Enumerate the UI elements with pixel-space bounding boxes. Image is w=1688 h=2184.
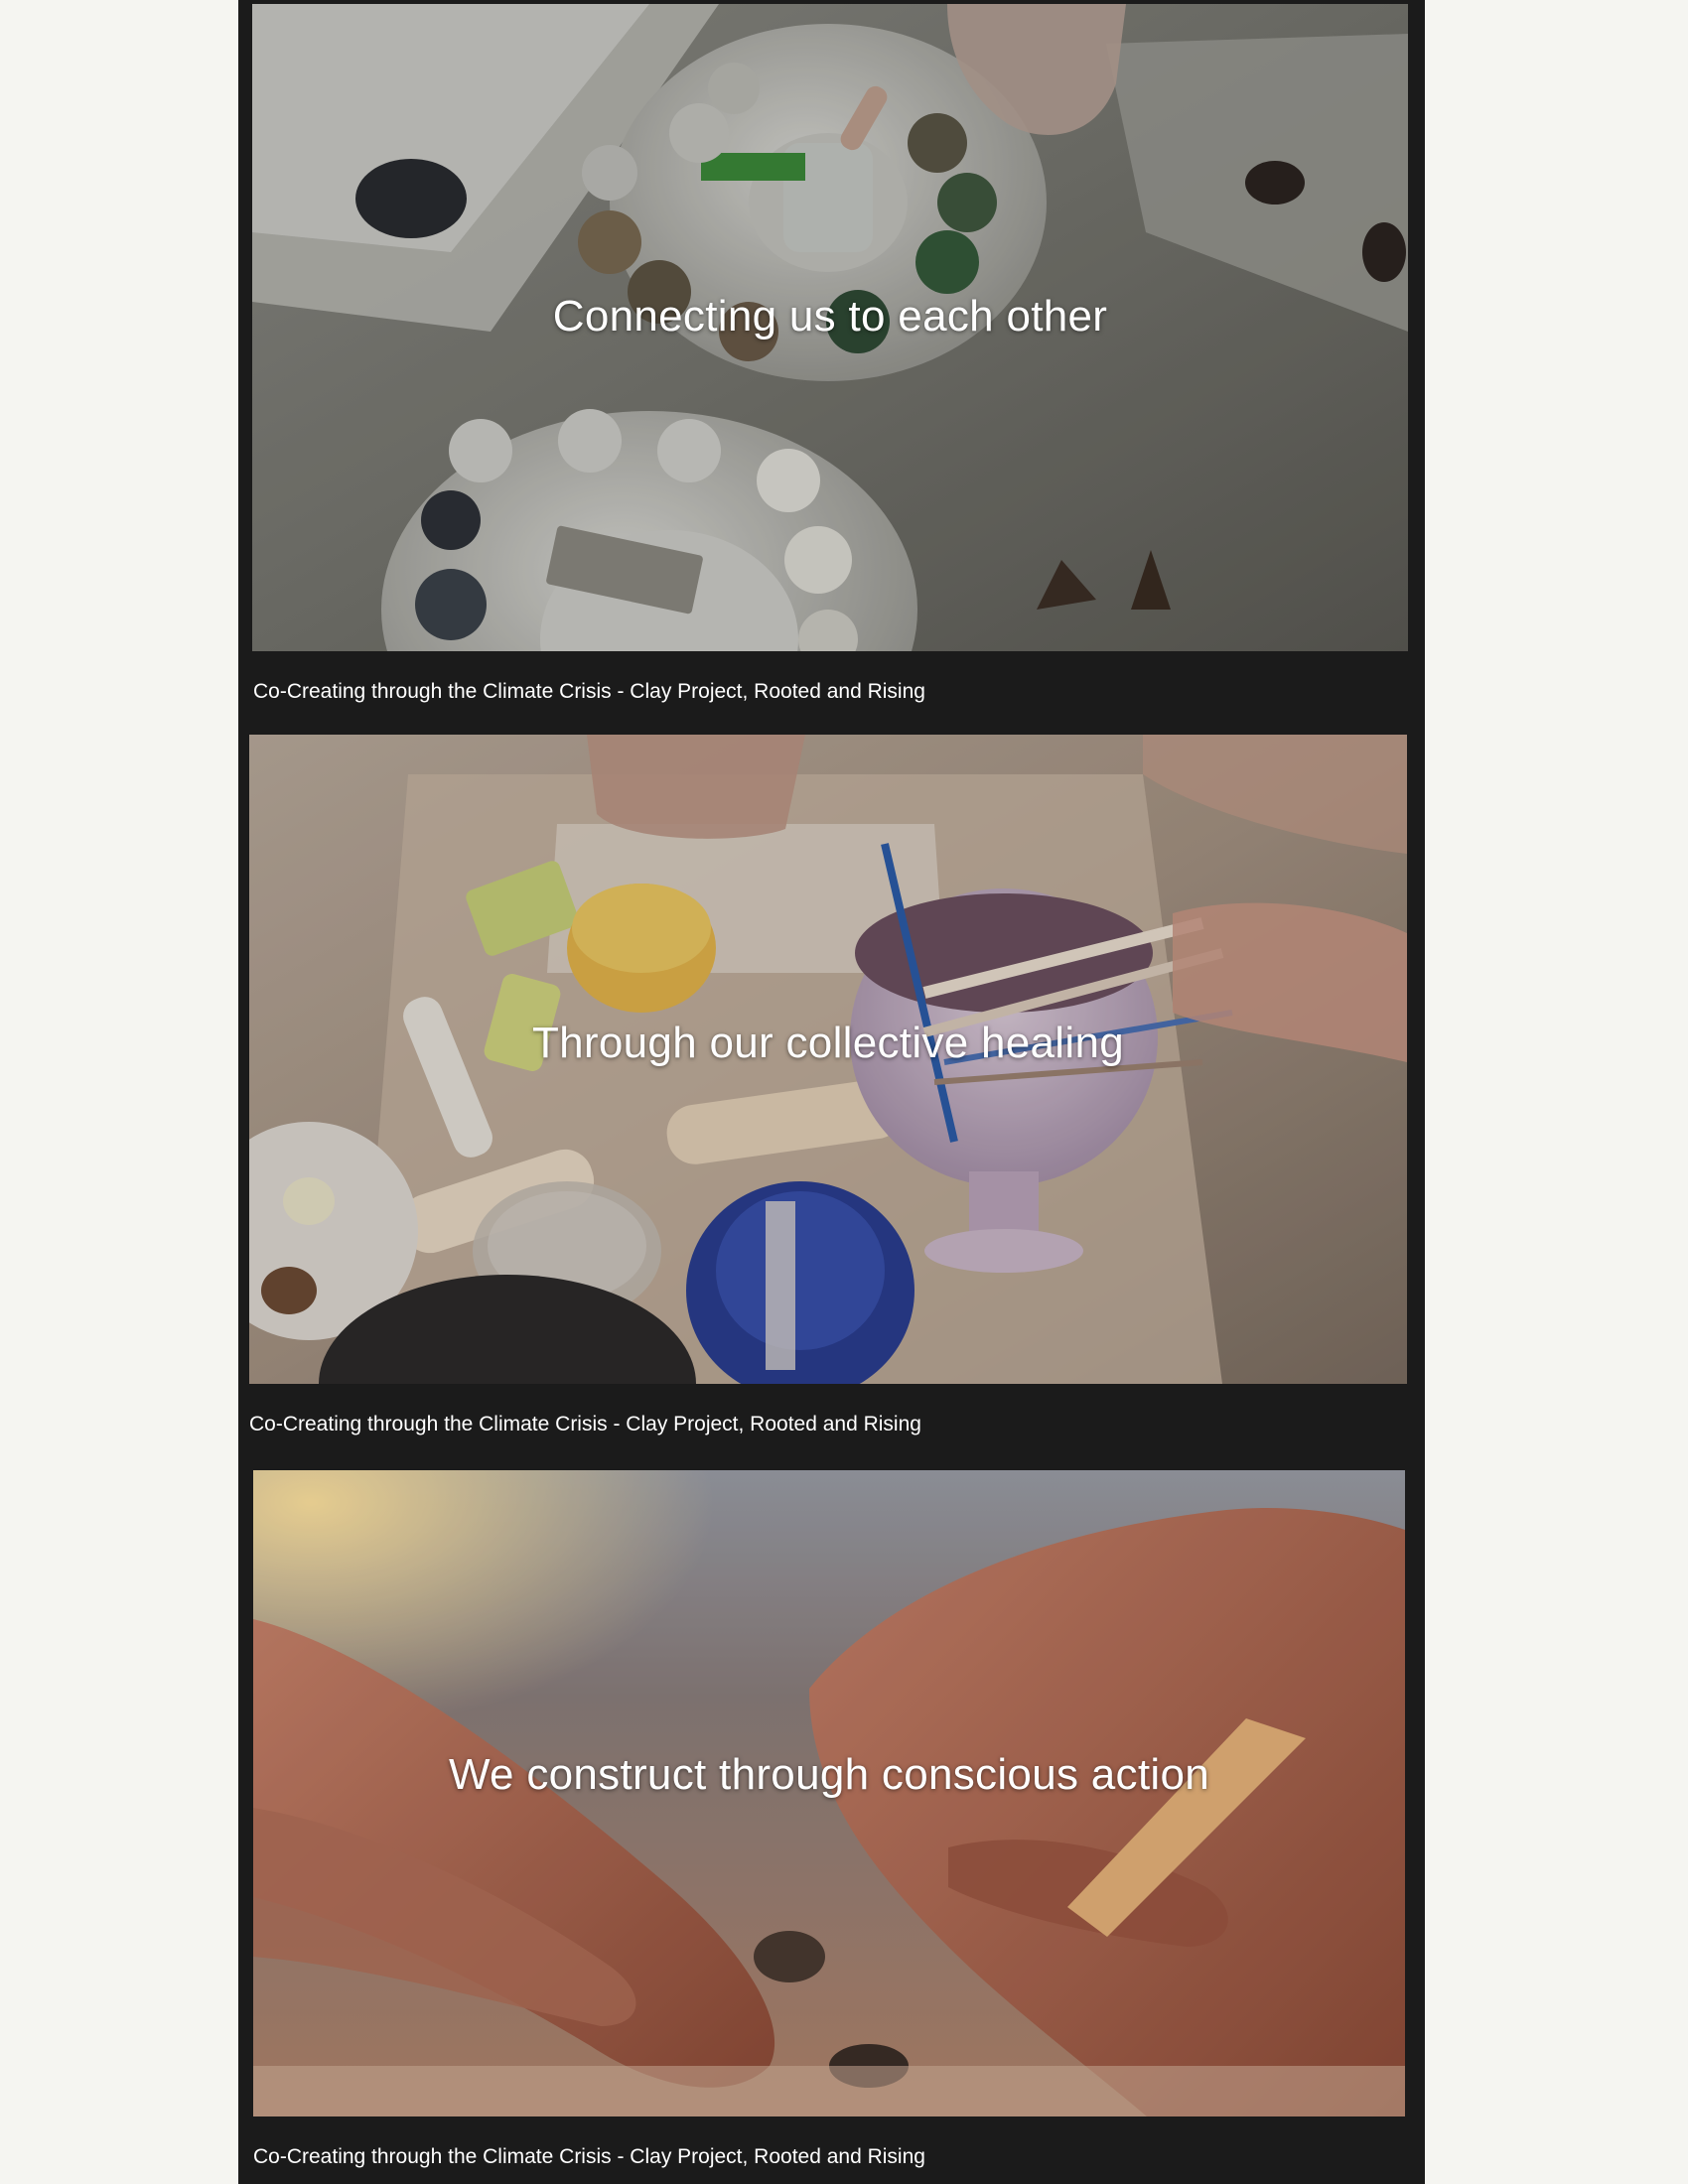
video-frame-1[interactable]: Connecting us to each other	[252, 4, 1408, 651]
video-overlay-text-3: We construct through conscious action	[448, 1750, 1210, 1799]
video-frame-3[interactable]: We construct through conscious action	[253, 1470, 1405, 2116]
video-overlay-text-1: Connecting us to each other	[552, 292, 1108, 341]
video-caption-3[interactable]: Co-Creating through the Climate Crisis -…	[253, 2144, 925, 2170]
video-frame-2[interactable]: Through our collective healing	[249, 735, 1407, 1384]
video-column: Connecting us to each other Co-Creating …	[238, 0, 1425, 2184]
video-caption-1[interactable]: Co-Creating through the Climate Crisis -…	[253, 679, 925, 705]
video-overlay-text-2: Through our collective healing	[531, 1019, 1125, 1067]
video-caption-2[interactable]: Co-Creating through the Climate Crisis -…	[249, 1412, 921, 1437]
